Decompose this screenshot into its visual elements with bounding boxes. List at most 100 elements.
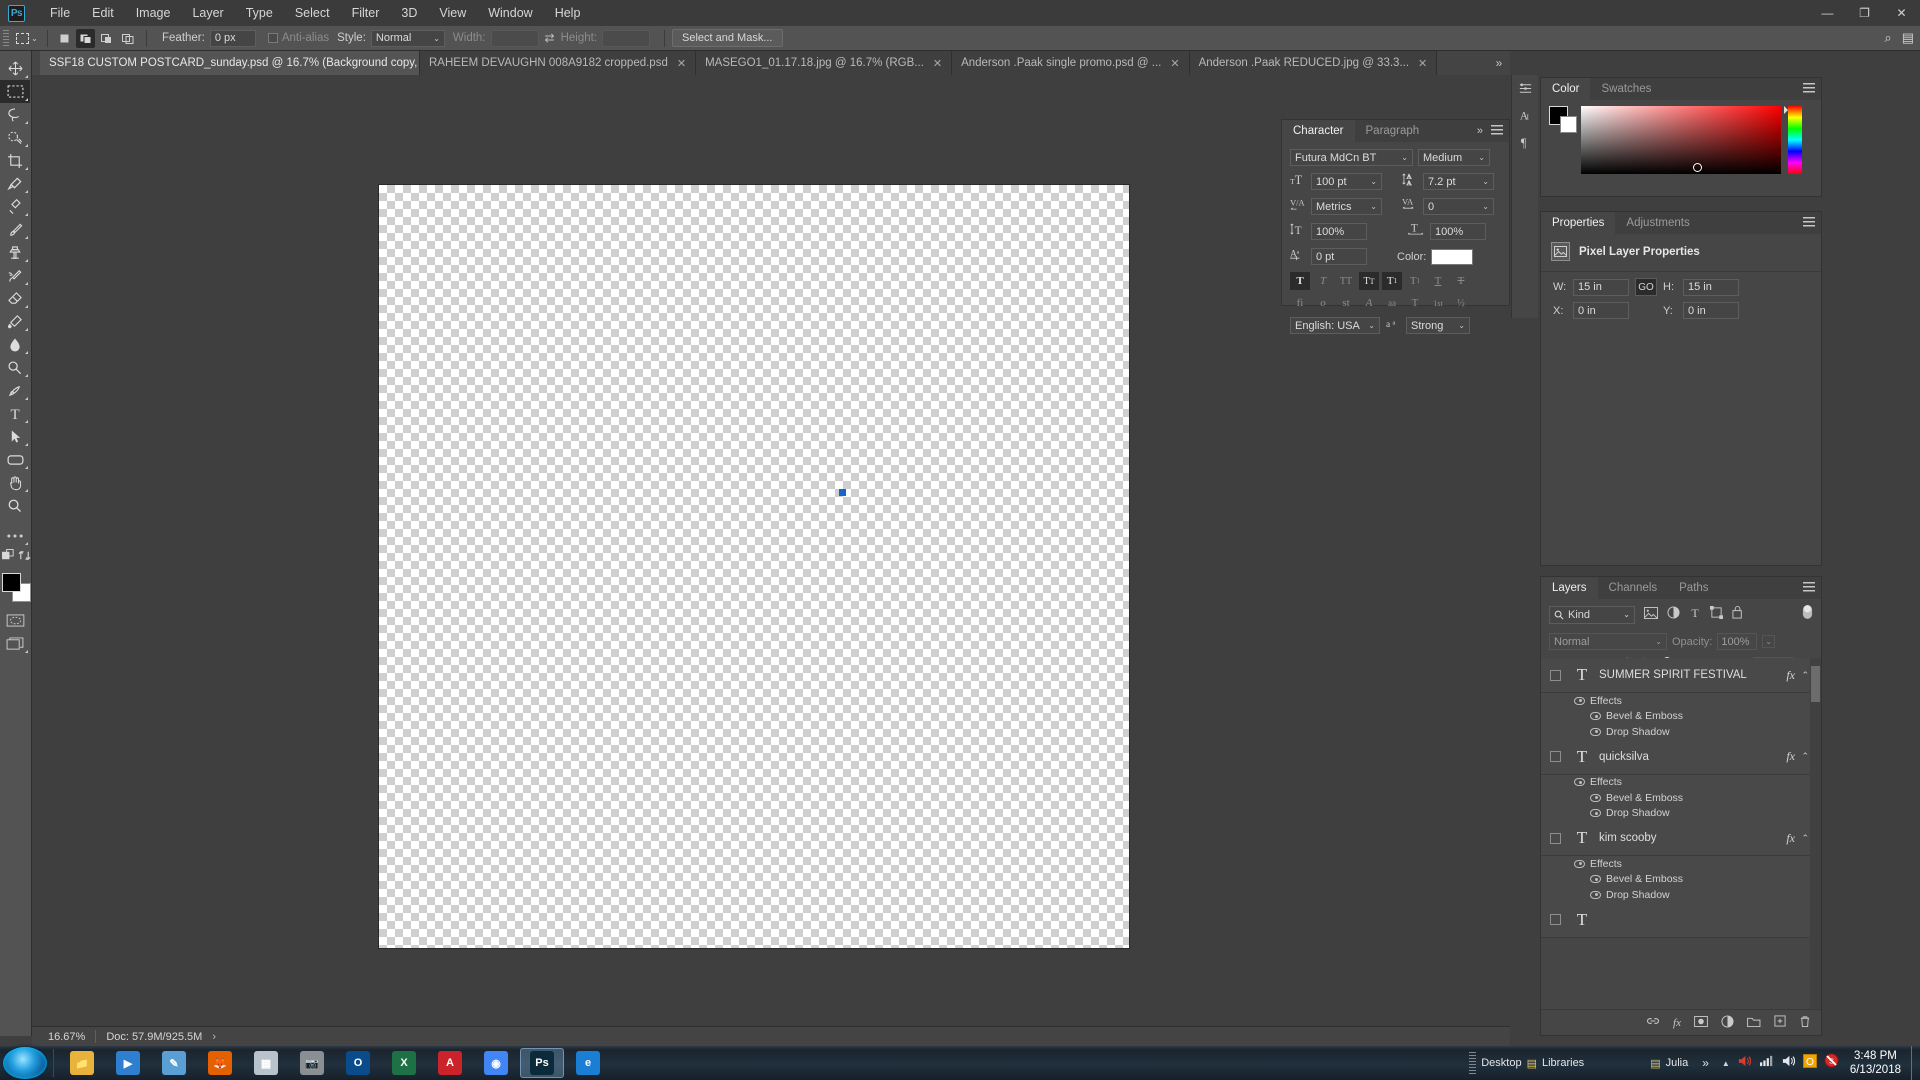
effect-visibility-icon[interactable] [1590,809,1601,818]
subscript-button[interactable]: T1 [1405,272,1425,290]
underline-button[interactable]: T [1428,272,1448,290]
foreground-color-swatch[interactable] [2,573,21,592]
oldstyle-button[interactable]: aa [1382,294,1402,312]
link-layers-icon[interactable] [1646,1016,1660,1029]
close-tab-icon[interactable]: ✕ [1170,57,1179,70]
anti-alias-select[interactable]: Strong ⌄ [1406,317,1470,334]
hue-slider[interactable] [1788,106,1802,174]
taskbar-item-firefox[interactable]: 🦊 [198,1048,242,1078]
taskbar-item-camera-app[interactable]: 📷 [290,1048,334,1078]
effects-visibility-icon[interactable] [1574,778,1585,787]
new-fill-adjustment-icon[interactable] [1721,1014,1734,1031]
start-button[interactable] [3,1047,47,1079]
smart-object-filter-icon[interactable] [1732,605,1745,624]
layer-fx-icon[interactable]: fx [1786,749,1795,764]
restore-button[interactable]: ❐ [1846,0,1883,26]
all-caps-button[interactable]: TT [1336,272,1356,290]
layers-scrollbar-thumb[interactable] [1811,666,1820,702]
show-hidden-icons-icon[interactable]: ▲ [1722,1059,1730,1068]
taskbar-item-chrome[interactable]: ◉ [474,1048,518,1078]
font-size-input[interactable]: 100 pt ⌄ [1311,173,1382,190]
add-layer-mask-icon[interactable] [1694,1015,1708,1030]
type-filter-icon[interactable]: T [1689,606,1701,624]
anti-alias-checkbox[interactable]: Anti-alias [267,32,329,44]
language-select[interactable]: English: USA ⌄ [1290,317,1380,334]
layer-expand-icon[interactable]: ⌃ [1801,751,1809,762]
taskbar-item-outlook[interactable]: O [336,1048,380,1078]
path-selection-tool[interactable] [0,425,30,448]
layer-visibility-toggle[interactable] [1545,832,1565,844]
quick-mask-tool[interactable] [0,609,30,632]
leading-input[interactable]: 7.2 pt ⌄ [1423,173,1494,190]
close-tab-icon[interactable]: ✕ [933,57,942,70]
width-input[interactable]: 15 in [1573,278,1629,296]
strikethrough-button[interactable]: T [1451,272,1471,290]
marquee-tool-preset-icon[interactable]: ⌄ [14,29,40,48]
taskbar-item-excel[interactable]: X [382,1048,426,1078]
menu-filter[interactable]: Filter [341,2,391,24]
office-icon[interactable]: O [1802,1053,1817,1073]
text-color-swatch[interactable] [1431,248,1474,265]
font-family-select[interactable]: Futura MdCn BT ⌄ [1290,149,1413,166]
character-panel-menu-icon[interactable] [1491,125,1503,136]
layer-visibility-toggle[interactable] [1545,914,1565,925]
taskbar-item-calculator-app[interactable]: ▦ [244,1048,288,1078]
hand-tool[interactable] [0,471,30,494]
history-panel-icon[interactable] [1512,75,1539,102]
volume-red-icon[interactable] [1737,1054,1752,1073]
status-expand-icon[interactable]: › [212,1031,216,1043]
menu-3d[interactable]: 3D [390,2,428,24]
default-colors-icon[interactable] [1,549,15,567]
layer-effect-item[interactable]: Bevel & Emboss [1541,790,1821,806]
layer-effects-group[interactable]: Effects [1541,774,1821,790]
kerning-select[interactable]: Metrics ⌄ [1311,198,1382,215]
screen-mode-tool[interactable] [0,632,30,655]
foreground-background-color[interactable] [2,573,32,603]
ordinals-button[interactable]: 1st [1428,294,1448,312]
y-input[interactable]: 0 in [1683,302,1739,319]
history-brush-tool[interactable] [0,264,30,287]
tab-paths[interactable]: Paths [1668,577,1719,599]
effect-visibility-icon[interactable] [1590,727,1601,736]
filter-toggle-icon[interactable] [1802,604,1813,625]
standard-ligatures-button[interactable]: fi [1290,294,1310,312]
clock[interactable]: 3:48 PM 6/13/2018 [1846,1049,1911,1077]
zoom-tool[interactable] [0,494,30,517]
add-to-selection-button[interactable] [76,28,95,48]
tab-adjustments[interactable]: Adjustments [1615,212,1700,234]
rectangle-tool[interactable] [0,448,30,471]
eraser-tool[interactable] [0,287,30,310]
swap-dimensions-icon[interactable]: ⇄ [545,31,555,45]
character-panel-icon[interactable]: AI [1512,102,1539,129]
layer-expand-icon[interactable]: ⌃ [1801,833,1809,844]
x-input[interactable]: 0 in [1573,302,1629,319]
vertical-scale-input[interactable]: 100% [1311,223,1367,240]
color-panel-menu-icon[interactable] [1803,83,1815,94]
menu-layer[interactable]: Layer [181,2,234,24]
blend-mode-select[interactable]: Normal ⌄ [1549,633,1667,650]
small-caps-button[interactable]: TT [1359,272,1379,290]
taskbar-item-media-player[interactable]: ▶ [106,1048,150,1078]
taskbar-item-acrobat-reader[interactable]: A [428,1048,472,1078]
options-bar-grip[interactable] [3,29,9,47]
effect-visibility-icon[interactable] [1590,875,1601,884]
faux-italic-button[interactable]: T [1313,272,1333,290]
document-tab[interactable]: Anderson .Paak REDUCED.jpg @ 33.3... ✕ [1189,51,1438,75]
layer-list[interactable]: T SUMMER SPIRIT FESTIVAL fx ⌃ Effects Bevel &… [1541,658,1821,1009]
swap-colors-icon[interactable] [18,549,31,567]
adjustment-filter-icon[interactable] [1667,605,1680,624]
layer-visibility-toggle[interactable] [1545,669,1565,681]
layer-effect-item[interactable]: Bevel & Emboss [1541,708,1821,724]
menu-window[interactable]: Window [477,2,543,24]
color-panel-fg-bg[interactable] [1549,106,1577,133]
horizontal-scale-input[interactable]: 100% [1430,223,1486,240]
document-canvas[interactable] [379,185,1129,948]
minimize-button[interactable]: — [1809,0,1846,26]
opacity-input[interactable]: 100% [1717,633,1758,650]
tray-overflow-button[interactable]: » [1696,1056,1715,1070]
style-select[interactable]: Normal ⌄ [370,29,445,47]
shape-filter-icon[interactable] [1710,605,1723,624]
tab-layers[interactable]: Layers [1541,577,1598,599]
no-entry-icon[interactable]: S [1824,1053,1839,1073]
width-input[interactable] [490,29,539,47]
